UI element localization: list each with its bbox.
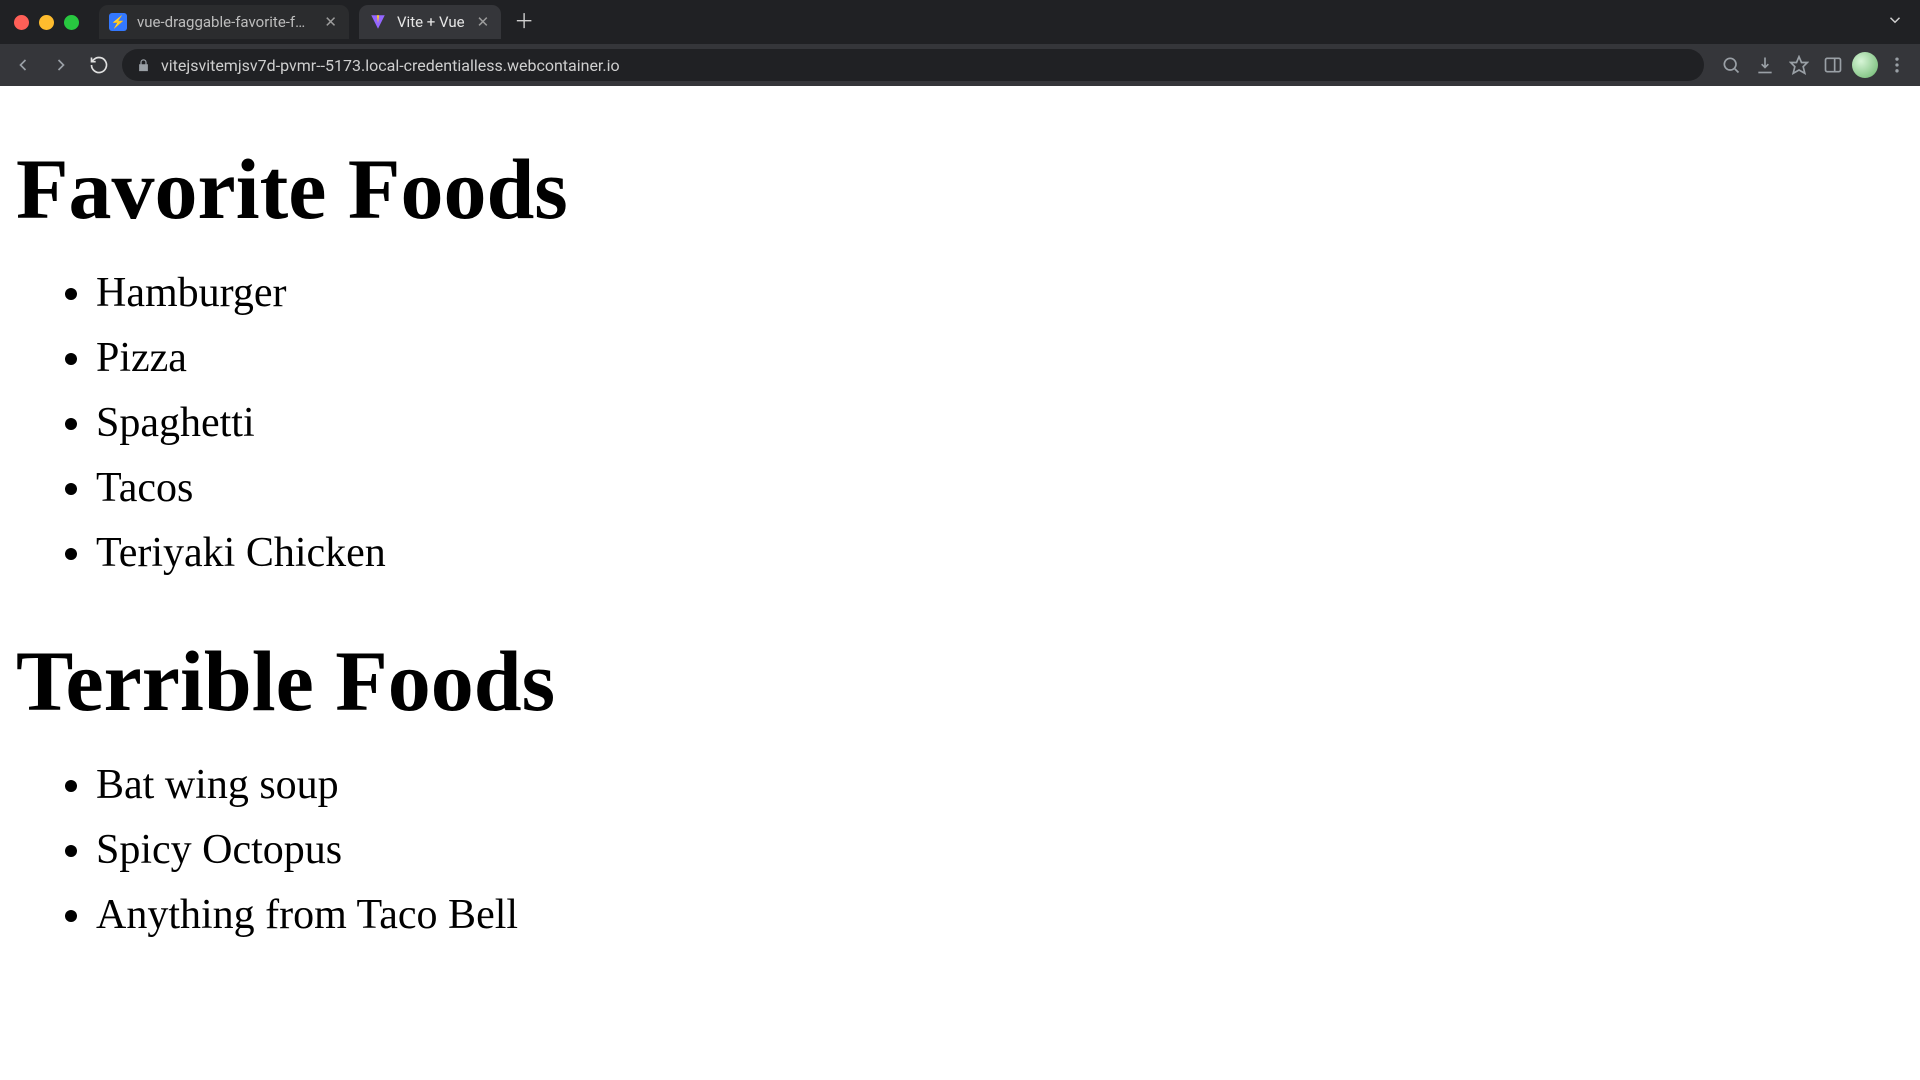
list-item[interactable]: Tacos [96,456,1904,521]
list-item[interactable]: Pizza [96,326,1904,391]
list-item[interactable]: Teriyaki Chicken [96,521,1904,586]
lock-icon [136,58,151,73]
stackblitz-icon: ⚡ [109,13,127,31]
new-tab-button[interactable]: ＋ [511,9,537,35]
url-input[interactable] [161,56,1690,75]
window-maximize-button[interactable] [64,15,79,30]
zoom-icon[interactable] [1716,50,1746,80]
window-controls [8,15,89,30]
window-dropdown-button[interactable] [1878,11,1912,34]
install-app-icon[interactable] [1750,50,1780,80]
tab-vue-draggable-favorite-foods[interactable]: ⚡ vue-draggable-favorite-foods ✕ [99,5,349,39]
browser-chrome: ⚡ vue-draggable-favorite-foods ✕ Vite + … [0,0,1920,86]
side-panel-icon[interactable] [1818,50,1848,80]
tab-title: Vite + Vue [397,13,465,31]
toolbar-right-icons [1712,50,1912,80]
close-tab-icon[interactable]: ✕ [322,13,339,32]
forward-button[interactable] [46,50,76,80]
list-item[interactable]: Spicy Octopus [96,818,1904,883]
tab-title: vue-draggable-favorite-foods [137,13,312,31]
favorite-foods-list: Hamburger Pizza Spaghetti Tacos Teriyaki… [16,261,1904,586]
heading-favorite-foods: Favorite Foods [16,142,1904,237]
back-button[interactable] [8,50,38,80]
terrible-foods-list: Bat wing soup Spicy Octopus Anything fro… [16,753,1904,948]
vite-icon [369,13,387,31]
address-bar[interactable] [122,49,1704,81]
window-close-button[interactable] [14,15,29,30]
page-viewport: Favorite Foods Hamburger Pizza Spaghetti… [0,86,1920,1080]
toolbar [0,44,1920,86]
tab-strip: ⚡ vue-draggable-favorite-foods ✕ Vite + … [0,0,1920,44]
close-tab-icon[interactable]: ✕ [475,13,492,32]
tab-vite-vue[interactable]: Vite + Vue ✕ [359,5,501,39]
heading-terrible-foods: Terrible Foods [16,634,1904,729]
reload-button[interactable] [84,50,114,80]
window-minimize-button[interactable] [39,15,54,30]
list-item[interactable]: Hamburger [96,261,1904,326]
page-content: Favorite Foods Hamburger Pizza Spaghetti… [16,142,1904,948]
list-item[interactable]: Bat wing soup [96,753,1904,818]
list-item[interactable]: Anything from Taco Bell [96,883,1904,948]
profile-avatar[interactable] [1852,52,1878,78]
list-item[interactable]: Spaghetti [96,391,1904,456]
bookmark-icon[interactable] [1784,50,1814,80]
menu-icon[interactable] [1882,50,1912,80]
